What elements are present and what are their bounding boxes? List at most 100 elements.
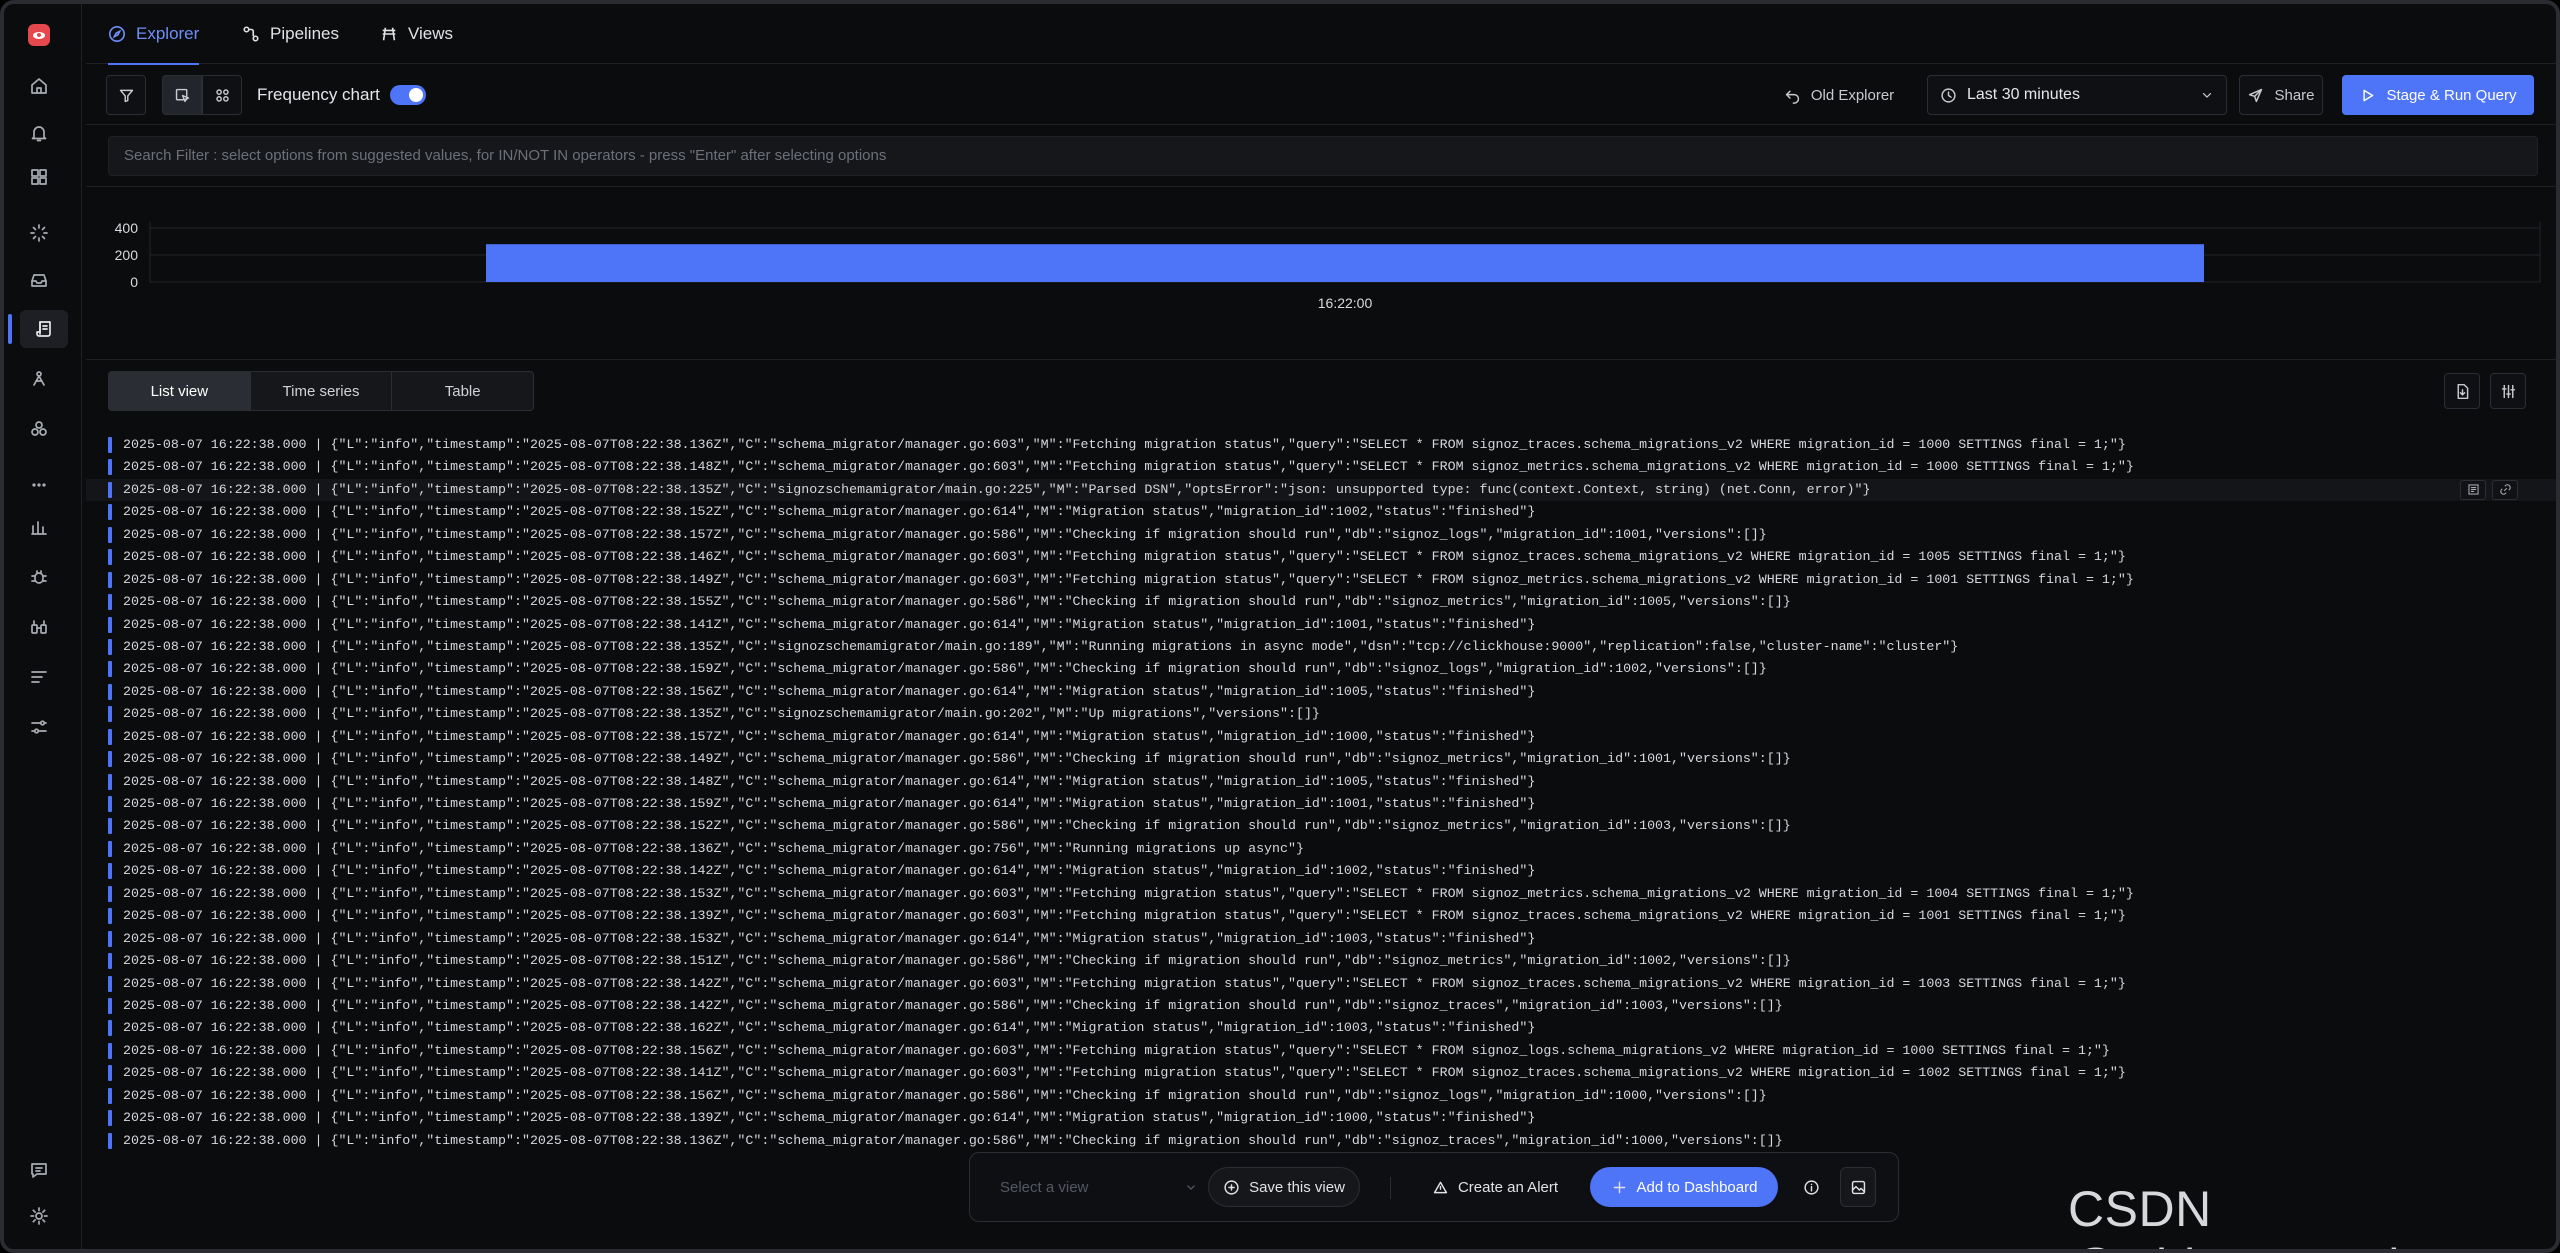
integrations-icon[interactable] bbox=[26, 416, 52, 442]
chat-icon[interactable] bbox=[26, 1157, 52, 1183]
filter-icon bbox=[119, 89, 133, 102]
log-row[interactable]: 2025-08-07 16:22:38.000 | {"L":"info","t… bbox=[86, 569, 2556, 591]
create-alert-label: Create an Alert bbox=[1457, 1178, 1559, 1196]
link-icon bbox=[2499, 484, 2511, 496]
log-row[interactable]: 2025-08-07 16:22:38.000 | {"L":"info","t… bbox=[86, 748, 2556, 770]
gear-icon[interactable] bbox=[26, 1203, 52, 1229]
log-line-text: 2025-08-07 16:22:38.000 | {"L":"info","t… bbox=[123, 908, 2126, 924]
chevron-down-icon bbox=[1187, 1185, 1195, 1190]
copy-link-button[interactable] bbox=[2492, 479, 2518, 500]
log-line-text: 2025-08-07 16:22:38.000 | {"L":"info","t… bbox=[123, 706, 1320, 722]
log-row[interactable]: 2025-08-07 16:22:38.000 | {"L":"info","t… bbox=[86, 1040, 2556, 1062]
metrics-icon[interactable] bbox=[26, 514, 52, 540]
dashboards-icon[interactable] bbox=[26, 164, 52, 190]
time-range-select[interactable]: Last 30 minutes bbox=[1927, 75, 2227, 115]
alerts-icon[interactable] bbox=[26, 120, 52, 146]
share-button[interactable]: Share bbox=[2239, 75, 2323, 115]
run-query-label: Stage & Run Query bbox=[2386, 86, 2517, 104]
log-row[interactable]: 2025-08-07 16:22:38.000 | {"L":"info","t… bbox=[86, 860, 2556, 882]
log-row[interactable]: 2025-08-07 16:22:38.000 | {"L":"info","t… bbox=[86, 726, 2556, 748]
y-tick-label: 200 bbox=[115, 247, 139, 263]
cursor-box-icon bbox=[175, 88, 189, 102]
search-filter-input[interactable]: Search Filter : select options from sugg… bbox=[108, 136, 2538, 176]
tab-explorer[interactable]: Explorer bbox=[108, 4, 200, 65]
app-window: Explorer Pipelines Views Frequency chart… bbox=[0, 0, 2560, 1253]
more-actions-button[interactable] bbox=[1840, 1167, 1876, 1207]
log-line-text: 2025-08-07 16:22:38.000 | {"L":"info","t… bbox=[123, 683, 1536, 699]
traces-icon[interactable] bbox=[26, 366, 52, 392]
tab-pipelines[interactable]: Pipelines bbox=[242, 4, 339, 64]
tab-list-view[interactable]: List view bbox=[109, 372, 251, 410]
log-row[interactable]: 2025-08-07 16:22:38.000 | {"L":"info","t… bbox=[86, 591, 2556, 613]
tab-table[interactable]: Table bbox=[392, 372, 533, 410]
log-row[interactable]: 2025-08-07 16:22:38.000 | {"L":"info","t… bbox=[86, 973, 2556, 995]
messaging-queues-icon[interactable] bbox=[26, 267, 52, 293]
log-row[interactable]: 2025-08-07 16:22:38.000 | {"L":"info","t… bbox=[86, 771, 2556, 793]
log-row[interactable]: 2025-08-07 16:22:38.000 | {"L":"info","t… bbox=[86, 703, 2556, 725]
log-row[interactable]: 2025-08-07 16:22:38.000 | {"L":"info","t… bbox=[86, 614, 2556, 636]
log-line-text: 2025-08-07 16:22:38.000 | {"L":"info","t… bbox=[123, 840, 1304, 856]
tab-views[interactable]: Views bbox=[380, 4, 453, 64]
log-row[interactable]: 2025-08-07 16:22:38.000 | {"L":"info","t… bbox=[86, 793, 2556, 815]
services-icon[interactable] bbox=[26, 220, 52, 246]
frequency-chart-label: Frequency chart bbox=[257, 85, 380, 104]
query-builder-button[interactable] bbox=[162, 75, 202, 115]
context-icon bbox=[2467, 484, 2479, 495]
share-label: Share bbox=[2274, 86, 2315, 104]
log-row[interactable]: 2025-08-07 16:22:38.000 | {"L":"info","t… bbox=[86, 636, 2556, 658]
log-line-text: 2025-08-07 16:22:38.000 | {"L":"info","t… bbox=[123, 549, 2126, 565]
log-row[interactable]: 2025-08-07 16:22:38.000 | {"L":"info","t… bbox=[86, 883, 2556, 905]
log-row[interactable]: 2025-08-07 16:22:38.000 | {"L":"info","t… bbox=[86, 524, 2556, 546]
log-row[interactable]: 2025-08-07 16:22:38.000 | {"L":"info","t… bbox=[86, 1062, 2556, 1084]
info-button[interactable] bbox=[1796, 1167, 1826, 1207]
log-row[interactable]: 2025-08-07 16:22:38.000 | {"L":"info","t… bbox=[86, 950, 2556, 972]
log-row[interactable]: 2025-08-07 16:22:38.000 | {"L":"info","t… bbox=[86, 501, 2556, 523]
view-mode-segmented: List view Time series Table bbox=[108, 371, 534, 411]
log-row[interactable]: 2025-08-07 16:22:38.000 | {"L":"info","t… bbox=[86, 1107, 2556, 1129]
log-row[interactable]: 2025-08-07 16:22:38.000 | {"L":"info","t… bbox=[86, 995, 2556, 1017]
signoz-logo[interactable] bbox=[28, 24, 50, 46]
log-row[interactable]: 2025-08-07 16:22:38.000 | {"L":"info","t… bbox=[86, 928, 2556, 950]
log-row[interactable]: 2025-08-07 16:22:38.000 | {"L":"info","t… bbox=[86, 838, 2556, 860]
add-to-dashboard-button[interactable]: Add to Dashboard bbox=[1590, 1167, 1778, 1207]
log-row[interactable]: 2025-08-07 16:22:38.000 | {"L":"info","t… bbox=[86, 456, 2556, 478]
stage-run-query-button[interactable]: Stage & Run Query bbox=[2342, 75, 2534, 115]
home-icon[interactable] bbox=[26, 73, 52, 99]
clock-icon bbox=[1941, 87, 1956, 103]
y-tick-label: 400 bbox=[115, 220, 139, 236]
download-button[interactable] bbox=[2444, 373, 2480, 409]
select-view-dropdown[interactable]: Select a view bbox=[988, 1167, 1208, 1207]
more-icon[interactable] bbox=[26, 472, 52, 498]
filter-button[interactable] bbox=[106, 75, 146, 115]
create-alert-button[interactable]: Create an Alert bbox=[1410, 1167, 1580, 1207]
settings-sliders-icon[interactable] bbox=[26, 714, 52, 740]
log-row[interactable]: 2025-08-07 16:22:38.000 | {"L":"info","t… bbox=[86, 681, 2556, 703]
tab-label: Views bbox=[408, 24, 454, 43]
log-row[interactable]: 2025-08-07 16:22:38.000 | {"L":"info","t… bbox=[86, 905, 2556, 927]
log-row[interactable]: 2025-08-07 16:22:38.000 | {"L":"info","t… bbox=[86, 815, 2556, 837]
sidebar bbox=[4, 4, 82, 1249]
save-view-button[interactable]: Save this view bbox=[1208, 1167, 1360, 1207]
frequency-chart-toggle[interactable] bbox=[390, 85, 426, 105]
log-line-text: 2025-08-07 16:22:38.000 | {"L":"info","t… bbox=[123, 526, 1767, 542]
log-row[interactable]: 2025-08-07 16:22:38.000 | {"L":"info","t… bbox=[86, 546, 2556, 568]
log-line-text: 2025-08-07 16:22:38.000 | {"L":"info","t… bbox=[123, 571, 2134, 587]
log-row[interactable]: 2025-08-07 16:22:38.000 | {"L":"info","t… bbox=[86, 434, 2556, 456]
log-line-text: 2025-08-07 16:22:38.000 | {"L":"info","t… bbox=[123, 459, 2134, 475]
log-row[interactable]: 2025-08-07 16:22:38.000 | {"L":"info","t… bbox=[86, 1085, 2556, 1107]
log-row[interactable]: 2025-08-07 16:22:38.000 | {"L":"info","t… bbox=[86, 478, 2556, 502]
open-context-button[interactable] bbox=[2460, 479, 2486, 500]
log-row[interactable]: 2025-08-07 16:22:38.000 | {"L":"info","t… bbox=[86, 1130, 2556, 1149]
logs-icon[interactable] bbox=[20, 310, 68, 348]
exceptions-icon[interactable] bbox=[26, 564, 52, 590]
logs-pipeline-icon[interactable] bbox=[26, 664, 52, 690]
clickhouse-query-button[interactable] bbox=[202, 75, 242, 115]
old-explorer-button[interactable]: Old Explorer bbox=[1774, 75, 1904, 115]
infra-icon[interactable] bbox=[26, 614, 52, 640]
log-row[interactable]: 2025-08-07 16:22:38.000 | {"L":"info","t… bbox=[86, 1017, 2556, 1039]
log-line-text: 2025-08-07 16:22:38.000 | {"L":"info","t… bbox=[123, 728, 1536, 744]
tab-time-series[interactable]: Time series bbox=[251, 372, 393, 410]
format-options-button[interactable] bbox=[2490, 373, 2526, 409]
log-row[interactable]: 2025-08-07 16:22:38.000 | {"L":"info","t… bbox=[86, 658, 2556, 680]
view-tabs-bar: List view Time series Table bbox=[86, 361, 2556, 423]
